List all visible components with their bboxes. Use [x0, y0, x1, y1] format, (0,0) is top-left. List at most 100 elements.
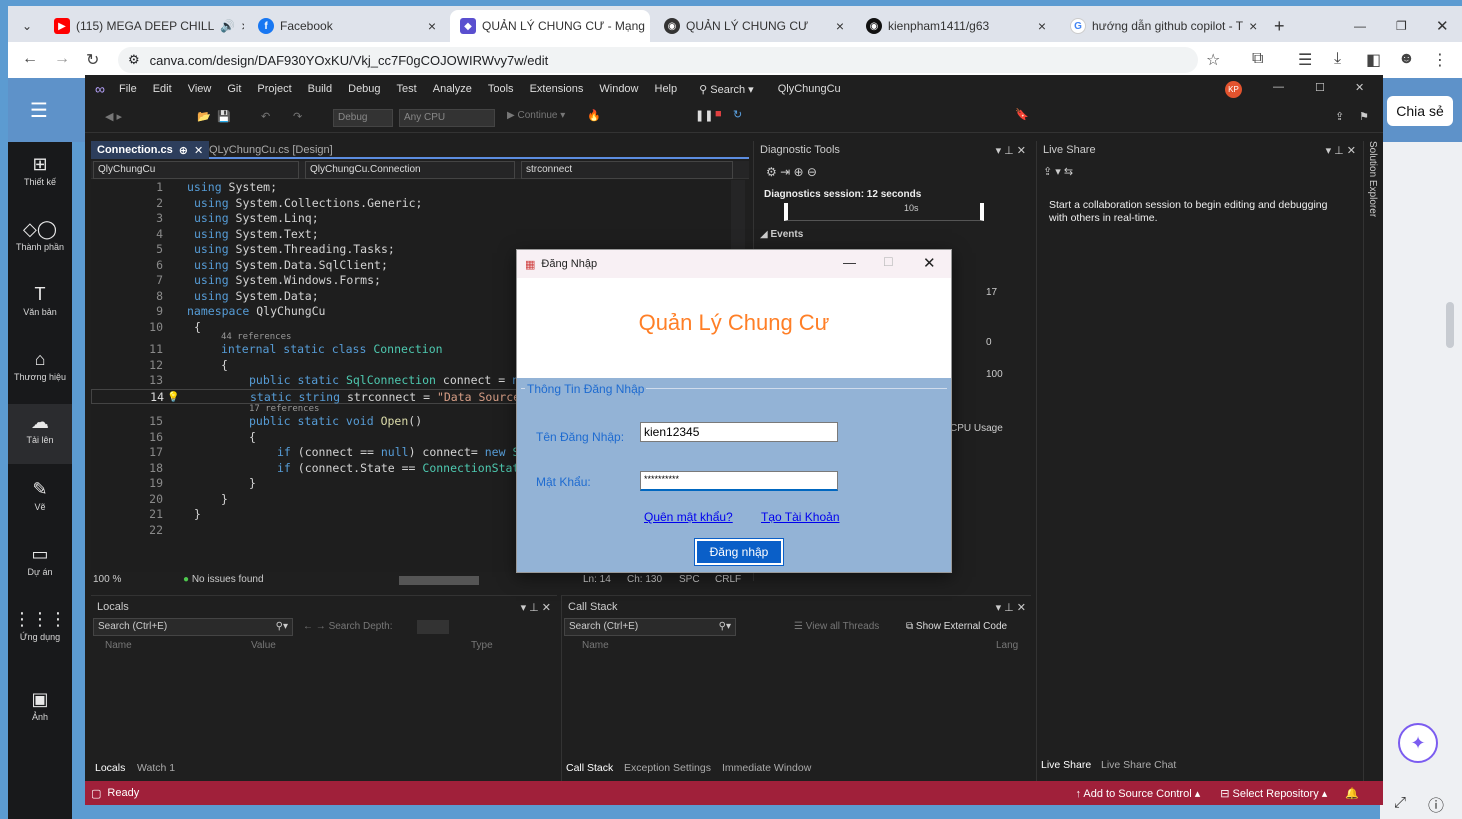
events-header[interactable]: ◢ Events [760, 229, 803, 240]
forgot-password-link[interactable]: Quên mật khẩu? [644, 510, 733, 524]
open-folder-icon[interactable]: 📂 [197, 110, 211, 123]
config-dropdown[interactable]: Debug [333, 109, 393, 127]
close-tab-icon[interactable]: × [1038, 18, 1046, 34]
menu-debug[interactable]: Debug [340, 83, 388, 95]
notification-bell-icon[interactable]: 🔔 [1345, 787, 1359, 800]
close-tab-icon[interactable]: × [1249, 18, 1257, 34]
tab-live-share-chat[interactable]: Live Share Chat [1101, 759, 1176, 771]
menu-extensions[interactable]: Extensions [522, 83, 592, 95]
create-account-link[interactable]: Tạo Tài Khoản [761, 510, 840, 524]
tab-call-stack[interactable]: Call Stack [566, 762, 613, 774]
close-icon[interactable]: ▾ ⊥ ✕ [1326, 144, 1356, 157]
tab-exception-settings[interactable]: Exception Settings [624, 762, 711, 774]
pin-icon[interactable]: ⊕ [179, 144, 188, 157]
tab-live-share[interactable]: Live Share [1041, 759, 1091, 771]
tab-watch-1[interactable]: Watch 1 [137, 762, 175, 774]
sidebar-item-photos[interactable]: ▣ Ảnh [8, 689, 72, 722]
vs-search-box[interactable]: ⚲ Search ▾ [691, 83, 762, 96]
search-depth-dropdown[interactable] [417, 620, 449, 634]
site-settings-icon[interactable]: ⚙ [128, 52, 140, 68]
menu-file[interactable]: File [111, 83, 145, 95]
project-dropdown[interactable]: QlyChungCu [93, 161, 299, 179]
profile-avatar-icon[interactable]: ☻ [1398, 50, 1415, 68]
scrollbar-thumb[interactable] [1446, 302, 1454, 348]
tab-search-button[interactable]: ⌄ [12, 10, 40, 42]
save-icon[interactable]: 💾 [217, 110, 231, 123]
sidebar-item-apps[interactable]: ⋮⋮⋮ Ứng dụng [8, 609, 72, 642]
dialog-close-button[interactable]: ✕ [923, 254, 936, 272]
show-external-code-button[interactable]: ⧉ Show External Code [906, 621, 1007, 632]
close-tab-icon[interactable]: × [428, 18, 436, 34]
close-tab-icon[interactable]: × [836, 18, 844, 34]
dialog-minimize-button[interactable]: — [843, 255, 856, 270]
close-window-button[interactable]: ✕ [1426, 10, 1456, 42]
username-input[interactable]: kien12345 [640, 422, 838, 442]
member-dropdown[interactable]: strconnect [521, 161, 733, 179]
close-icon[interactable]: ✕ [194, 144, 203, 157]
feedback-icon[interactable]: ⚑ [1359, 110, 1369, 123]
menu-project[interactable]: Project [249, 83, 299, 95]
sidebar-item-draw[interactable]: ✎ Vẽ [8, 479, 72, 512]
lightbulb-icon[interactable]: 💡 [167, 390, 179, 406]
close-icon[interactable]: ✕ [1355, 81, 1364, 94]
locals-search-input[interactable]: Search (Ctrl+E) ⚲▾ [93, 618, 293, 636]
browser-tab[interactable]: ◉ QUẢN LÝ CHUNG CƯ × [654, 10, 854, 42]
bookmark-star-icon[interactable]: ☆ [1206, 50, 1220, 70]
pause-icon[interactable]: ❚❚ [695, 109, 713, 122]
solution-explorer-strip[interactable]: Solution Explorer [1363, 141, 1383, 781]
minimize-icon[interactable]: — [1273, 81, 1284, 93]
horizontal-scrollbar[interactable] [399, 576, 479, 585]
magic-assistant-icon[interactable]: ✦ [1398, 723, 1438, 763]
class-dropdown[interactable]: QlyChungCu.Connection [305, 161, 515, 179]
forward-arrow-icon[interactable]: → [54, 50, 70, 68]
fullscreen-icon[interactable]: ⤢ [1394, 794, 1406, 811]
redo-icon[interactable]: ↷ [293, 110, 302, 123]
browser-tab-active[interactable]: ◆ QUẢN LÝ CHUNG CƯ - Mạng × [450, 10, 650, 42]
sidebar-item-text[interactable]: T Văn bản [8, 284, 72, 317]
callstack-search-input[interactable]: Search (Ctrl+E) ⚲▾ [564, 618, 736, 636]
settings-icon[interactable]: ⚙ ⇥ ⊕ ⊖ [766, 165, 817, 179]
menu-window[interactable]: Window [591, 83, 646, 95]
download-icon[interactable]: ⤓ [1334, 50, 1341, 68]
menu-view[interactable]: View [180, 83, 220, 95]
share-button[interactable]: Chia sẻ [1387, 96, 1453, 126]
tab-connection-cs[interactable]: Connection.cs ⊕ ✕ [91, 141, 210, 159]
sidebar-item-design[interactable]: ⊞ Thiết kế [8, 154, 72, 187]
browser-tab[interactable]: G hướng dẫn github copilot - T × [1060, 10, 1260, 42]
platform-dropdown[interactable]: Any CPU [399, 109, 495, 127]
side-panel-icon[interactable]: ◧ [1366, 50, 1381, 70]
maximize-icon[interactable]: ☐ [1315, 81, 1325, 94]
back-arrow-icon[interactable]: ← [22, 50, 38, 68]
menu-build[interactable]: Build [300, 83, 340, 95]
browser-tab[interactable]: ◉ kienpham1411/g63 × [856, 10, 1056, 42]
reload-icon[interactable]: ↻ [86, 50, 99, 70]
menu-help[interactable]: Help [647, 83, 686, 95]
menu-git[interactable]: Git [219, 83, 249, 95]
sidebar-item-elements[interactable]: ◇◯ Thành phần [8, 219, 72, 252]
close-icon[interactable]: ▾ ⊥ ✕ [996, 601, 1026, 614]
menu-analyze[interactable]: Analyze [425, 83, 480, 95]
share-session-icon[interactable]: ⇪ ▾ ⇆ [1043, 165, 1073, 178]
sidebar-item-upload[interactable]: ☁ Tải lên [8, 404, 72, 464]
close-tab-icon[interactable]: × [241, 18, 244, 34]
new-tab-button[interactable]: + [1264, 10, 1290, 42]
minimize-window-button[interactable]: — [1344, 10, 1374, 42]
share-icon[interactable]: ⇪ [1335, 110, 1344, 123]
stop-icon[interactable]: ■ [715, 108, 722, 120]
sidebar-item-brand[interactable]: ⌂ Thương hiệu [8, 349, 72, 382]
tab-design-view[interactable]: QLyChungCu.cs [Design] [203, 141, 339, 159]
no-issues-indicator[interactable]: ● No issues found [183, 574, 264, 585]
view-all-threads-button[interactable]: ☰ View all Threads [794, 621, 879, 632]
menu-tools[interactable]: Tools [480, 83, 522, 95]
extensions-icon[interactable]: ⧉ [1252, 50, 1263, 68]
menu-edit[interactable]: Edit [145, 83, 180, 95]
url-field[interactable]: ⚙ canva.com/design/DAF930YOxKU/Vkj_cc7F0… [118, 47, 1198, 73]
help-icon[interactable]: ⓘ [1428, 792, 1444, 816]
sidebar-item-projects[interactable]: ▭ Dự án [8, 544, 72, 577]
tab-locals[interactable]: Locals [95, 762, 125, 774]
reading-list-icon[interactable]: ☰ [1298, 50, 1312, 70]
timeline-ruler[interactable]: 10s [784, 203, 984, 221]
menu-test[interactable]: Test [389, 83, 425, 95]
cpu-usage-tab[interactable]: CPU Usage [950, 423, 1003, 434]
zoom-level[interactable]: 100 % [93, 574, 121, 585]
